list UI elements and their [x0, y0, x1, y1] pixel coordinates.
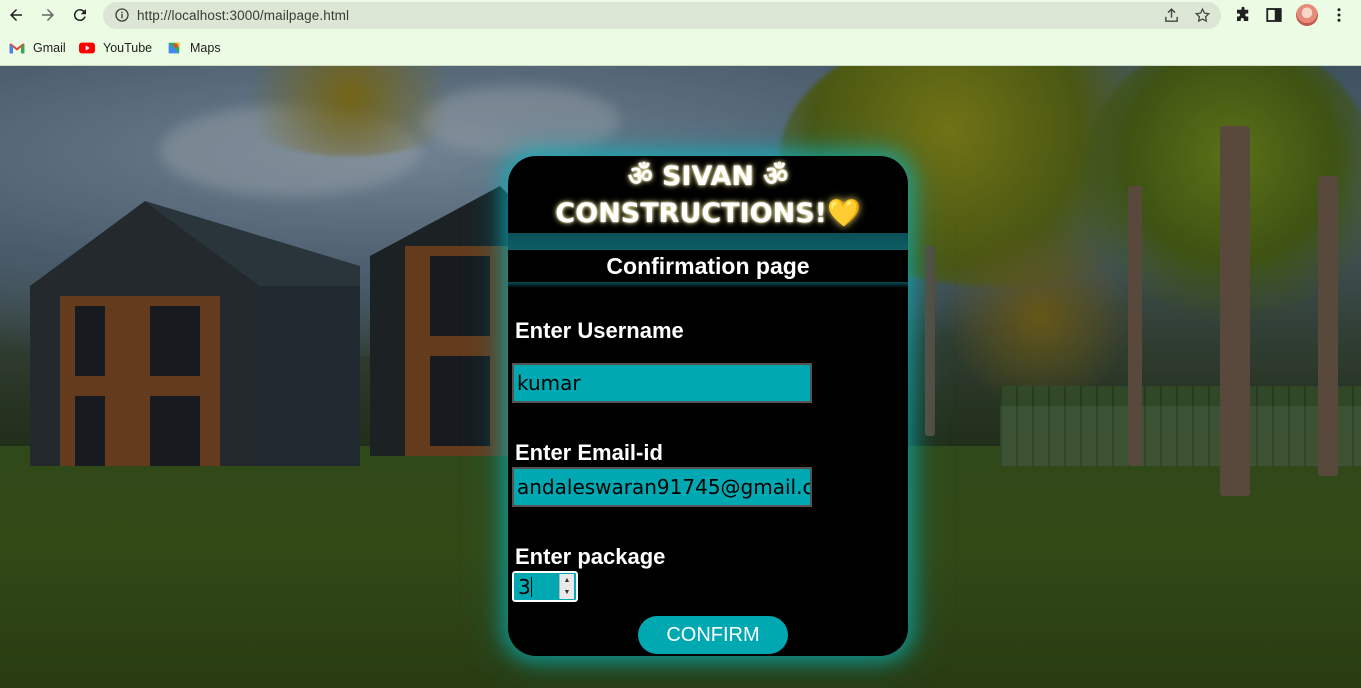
maps-icon — [168, 42, 180, 54]
profile-avatar[interactable] — [1296, 4, 1318, 26]
chevron-up-icon[interactable]: ▲ — [560, 574, 574, 587]
confirm-button[interactable]: CONFIRM — [638, 616, 788, 654]
confirmation-card: ॐ SIVAN ॐ CONSTRUCTIONS!💛 Confirmation p… — [508, 156, 908, 656]
email-label: Enter Email-id — [515, 440, 663, 465]
browser-toolbar: http://localhost:3000/mailpage.html — [0, 0, 1361, 34]
bookmark-maps[interactable]: Maps — [166, 41, 221, 55]
brand-line-2-text: CONSTRUCTIONS! — [555, 198, 827, 229]
stepper-spin[interactable]: ▲ ▼ — [559, 574, 574, 599]
bookmark-gmail[interactable]: Gmail — [9, 41, 66, 55]
forward-button[interactable] — [35, 2, 61, 28]
heart-icon: 💛 — [826, 198, 861, 229]
back-arrow-icon — [10, 9, 22, 21]
email-input[interactable]: andaleswaran91745@gmail.c — [512, 467, 812, 507]
reload-button[interactable] — [67, 2, 93, 28]
share-icon[interactable] — [1163, 7, 1180, 24]
brand-line-1: ॐ SIVAN ॐ — [627, 161, 789, 192]
gmail-icon — [9, 43, 25, 54]
url-text[interactable]: http://localhost:3000/mailpage.html — [137, 8, 349, 23]
reload-icon — [73, 9, 86, 22]
menu-dots-icon[interactable] — [1330, 6, 1348, 24]
side-panel-icon[interactable] — [1265, 6, 1283, 24]
brand-line-2: CONSTRUCTIONS!💛 — [508, 195, 908, 232]
divider — [508, 233, 908, 251]
youtube-icon — [79, 42, 95, 54]
forward-arrow-icon — [42, 9, 54, 21]
bookmarks-bar: Gmail YouTube Maps — [0, 34, 1361, 66]
extensions-icon[interactable] — [1234, 6, 1252, 24]
bookmark-label: YouTube — [103, 41, 153, 55]
package-value[interactable]: 3 — [518, 575, 531, 599]
package-label: Enter package — [515, 544, 666, 569]
chevron-down-icon[interactable]: ▼ — [560, 587, 574, 600]
info-icon[interactable] — [114, 7, 130, 23]
address-bar[interactable]: http://localhost:3000/mailpage.html — [103, 2, 1221, 29]
star-icon[interactable] — [1194, 7, 1211, 24]
back-button[interactable] — [3, 2, 29, 28]
divider — [508, 282, 908, 288]
text-caret — [531, 577, 532, 597]
brand-title: ॐ SIVAN ॐ CONSTRUCTIONS!💛 — [508, 158, 908, 232]
username-label: Enter Username — [515, 318, 684, 343]
username-input[interactable]: kumar — [512, 363, 812, 403]
bookmark-label: Maps — [190, 41, 221, 55]
bookmark-label: Gmail — [33, 41, 66, 55]
bookmark-youtube[interactable]: YouTube — [79, 41, 152, 55]
package-stepper[interactable]: 3 ▲ ▼ — [511, 570, 579, 603]
page-subtitle: Confirmation page — [508, 250, 908, 282]
